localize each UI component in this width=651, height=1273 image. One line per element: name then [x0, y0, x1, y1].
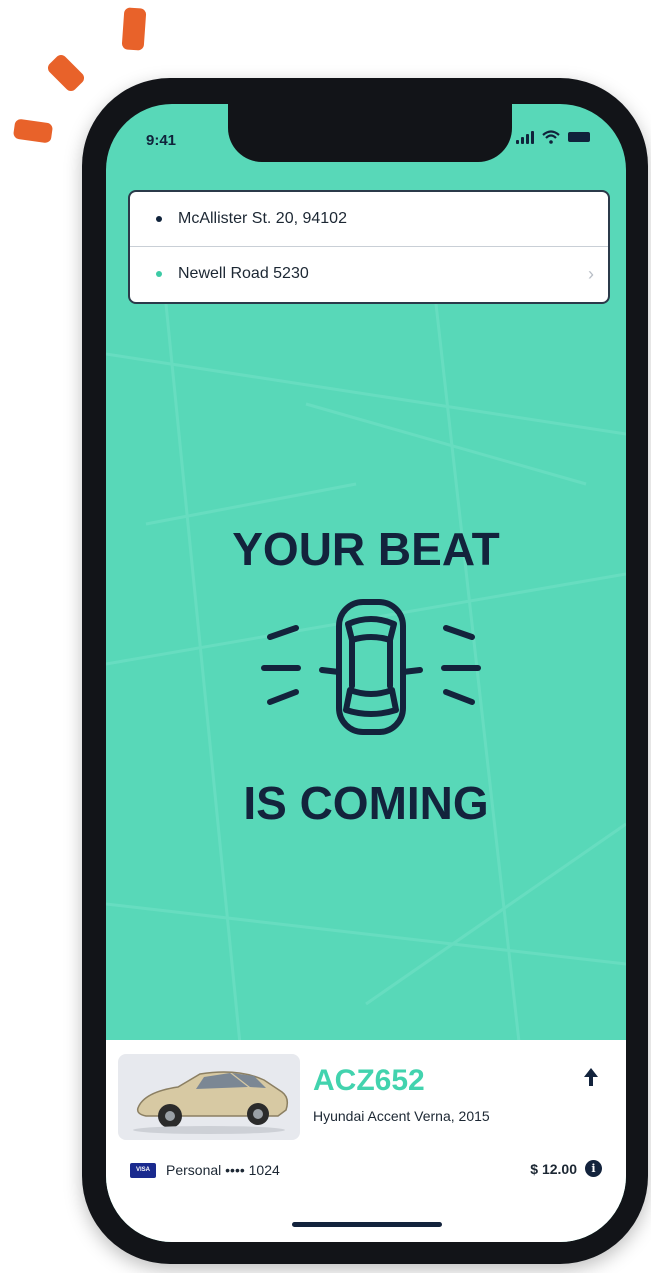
car-icon — [261, 599, 481, 735]
pickup-row[interactable]: McAllister St. 20, 94102 — [130, 192, 608, 247]
route-card: McAllister St. 20, 94102 Newell Road 523… — [128, 190, 610, 304]
status-time: 9:41 — [146, 132, 177, 149]
signal-icon — [516, 131, 534, 144]
destination-dot-icon — [156, 271, 162, 277]
phone-screen: 9:41 McAllister St. 20, 94102 Newell Roa… — [106, 104, 626, 1242]
car-model: Hyundai Accent Verna, 2015 — [313, 1108, 490, 1124]
notch — [228, 104, 512, 162]
destination-row[interactable]: Newell Road 5230 › — [130, 247, 608, 301]
price-row: $ 12.00 i — [530, 1160, 602, 1177]
phone-frame: 9:41 McAllister St. 20, 94102 Newell Roa… — [82, 78, 648, 1264]
ride-details-panel: ACZ652 Hyundai Accent Verna, 2015 VISA P… — [106, 1040, 626, 1242]
license-plate: ACZ652 — [313, 1064, 425, 1097]
pickup-address: McAllister St. 20, 94102 — [178, 210, 347, 227]
car-photo — [118, 1054, 300, 1140]
fare-price: $ 12.00 — [530, 1160, 577, 1177]
payment-label: Personal •••• 1024 — [166, 1162, 280, 1178]
headline-line1: YOUR BEAT — [232, 523, 500, 575]
decor-tick-2 — [45, 52, 87, 94]
visa-card-icon: VISA — [130, 1162, 156, 1178]
decor-tick-1 — [121, 7, 147, 51]
pickup-dot-icon — [156, 216, 162, 222]
wifi-icon — [542, 130, 560, 144]
battery-icon — [568, 132, 590, 142]
payment-method[interactable]: VISA Personal •••• 1024 — [130, 1162, 280, 1178]
destination-address: Newell Road 5230 — [178, 265, 309, 282]
headline-line2: IS COMING — [243, 777, 489, 829]
decor-tick-3 — [12, 118, 54, 144]
chevron-right-icon[interactable]: › — [588, 264, 594, 285]
arrow-up-icon[interactable] — [582, 1066, 600, 1088]
home-indicator[interactable] — [292, 1222, 442, 1227]
info-icon[interactable]: i — [585, 1160, 602, 1177]
status-icons — [516, 130, 590, 144]
